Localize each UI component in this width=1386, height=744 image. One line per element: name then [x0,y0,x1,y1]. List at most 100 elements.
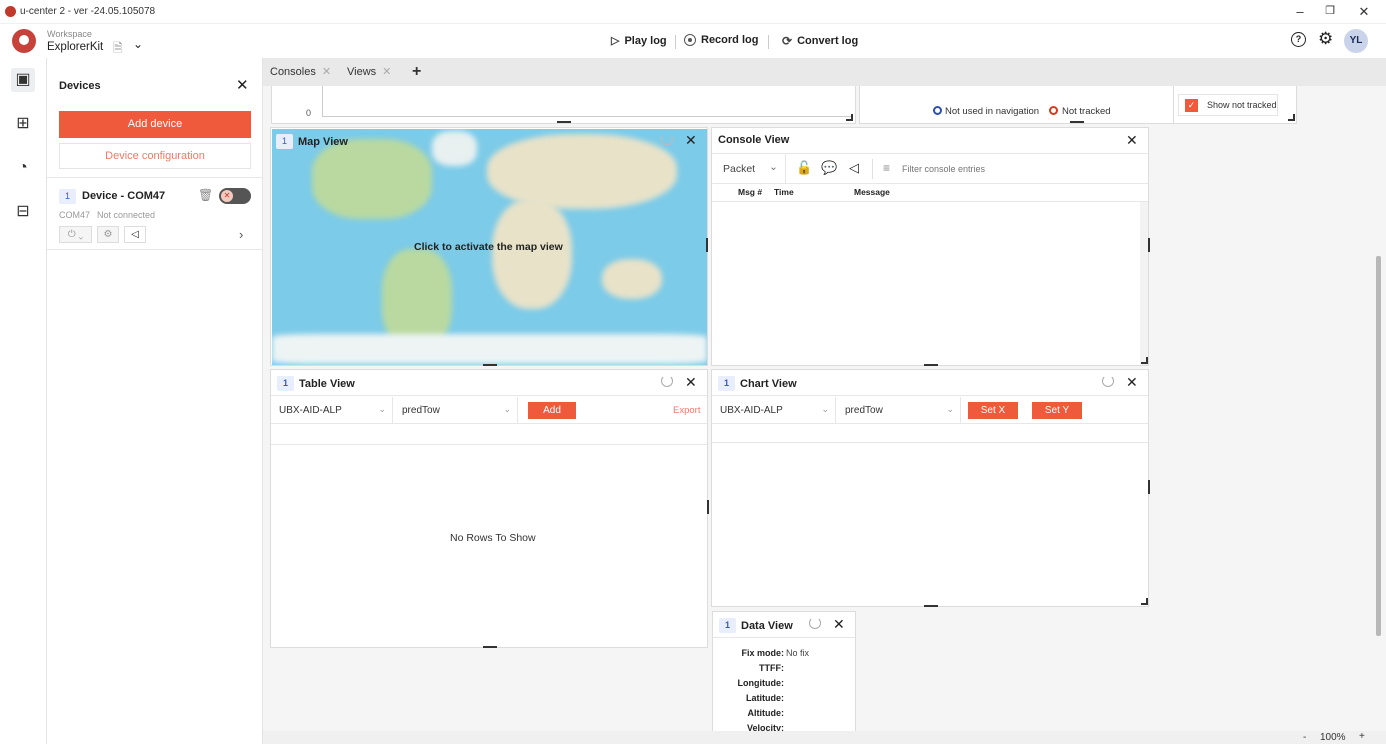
activate-map-overlay-text[interactable]: Click to activate the map view [414,241,563,253]
close-map-view-icon[interactable]: ✕ [685,132,697,149]
resize-grip[interactable] [557,121,571,123]
devices-chip-icon[interactable]: ▣ [11,68,35,92]
field-select[interactable]: predTow ⌄ [837,397,961,423]
console-filter-input[interactable] [902,160,1102,178]
device-name: Device - COM47 [82,190,166,202]
message-select[interactable]: UBX-AID-ALP ⌄ [271,397,393,423]
resize-grip[interactable] [483,364,497,366]
data-view-title: Data View [741,619,793,632]
minimize-button[interactable]: – [1290,4,1310,20]
close-window-button[interactable]: ✕ [1354,4,1374,20]
close-table-view-icon[interactable]: ✕ [685,374,697,391]
resize-grip[interactable] [483,646,497,648]
delete-trash-icon[interactable]: 🗑 [198,188,213,202]
column-header[interactable]: Msg # [738,187,762,197]
refresh-spinner-icon[interactable] [1102,375,1114,387]
message-bubble-icon[interactable]: 💬 [821,160,837,176]
toolbox-icon[interactable]: ⊟ [11,200,35,224]
refresh-spinner-icon[interactable] [661,375,673,387]
convert-log-button[interactable]: ⟳ Convert log [782,34,858,48]
lock-icon[interactable]: 🔓 [796,160,812,176]
power-dropdown-button[interactable]: ⏻ ⌄ [59,226,92,243]
gauge-icon[interactable]: ◔ [11,156,35,180]
divider [872,159,873,179]
refresh-spinner-icon[interactable] [809,617,821,629]
device-index-badge: 1 [59,189,76,204]
console-view-panel: Console View ✕ Packet ⌄ 🔓 💬 ◁ ≡ Msg # Ti… [711,127,1150,366]
add-view-grid-icon[interactable]: ⊞ [11,112,35,136]
table-view-header: 1 Table View ✕ [271,370,707,396]
export-link[interactable]: Export [673,405,700,416]
show-not-tracked-toggle[interactable]: ✓ Show not tracked [1178,94,1278,116]
send-icon[interactable]: ◁ [849,160,859,176]
message-select-value: UBX-AID-ALP [720,405,783,416]
device-configuration-button[interactable]: Device configuration [59,143,251,169]
play-icon: ▷ [611,35,620,47]
restore-button[interactable]: ❐ [1320,4,1340,20]
column-header[interactable]: Time [774,187,794,197]
tab-consoles[interactable]: Consoles ✕ [270,58,331,86]
workspace-scrollbar[interactable] [1376,256,1381,636]
device-expand-chevron-icon[interactable]: › [239,227,243,242]
zoom-out-button[interactable]: - [1303,732,1306,743]
map-view-header: 1 Map View [276,134,348,149]
close-console-view-icon[interactable]: ✕ [1126,132,1138,149]
chip-settings-icon[interactable]: ⚙ [97,226,119,243]
resize-corner[interactable] [1141,598,1148,605]
add-field-button[interactable]: Add [528,402,576,419]
zoom-in-button[interactable]: + [1359,731,1365,742]
packet-filter-select[interactable]: Packet ⌄ [712,154,786,183]
map-view-panel: 1 Map View ✕ Click to activate the map v… [270,127,708,366]
resize-grip[interactable] [1148,238,1150,252]
divider [1173,86,1174,123]
set-x-button[interactable]: Set X [968,402,1018,419]
console-table-header: Msg # Time Message [712,184,1148,202]
workspace-label: Workspace [47,29,92,39]
sky-chart-panel-fragment: 0 [271,86,856,124]
close-devices-icon[interactable]: ✕ [236,76,249,94]
resize-grip[interactable] [1070,121,1084,123]
header-divider [675,35,676,49]
resize-corner[interactable] [1141,357,1148,364]
chart-toolbar: UBX-AID-ALP ⌄ predTow ⌄ Set X Set Y [712,397,1148,424]
resize-grip[interactable] [1148,480,1150,494]
record-log-button[interactable]: Record log [684,34,758,46]
resize-grip[interactable] [706,238,708,252]
add-tab-plus-icon[interactable]: + [412,58,421,86]
workspace-dropdown-chevron-icon[interactable]: ⌄ [133,37,143,51]
resize-corner[interactable] [846,114,853,121]
close-data-view-icon[interactable]: ✕ [833,616,845,633]
resize-grip[interactable] [924,605,938,607]
close-tab-icon[interactable]: ✕ [322,66,331,78]
field-select[interactable]: predTow ⌄ [394,397,518,423]
workspace-name[interactable]: ExplorerKit [47,41,103,53]
console-toolbar: Packet ⌄ 🔓 💬 ◁ ≡ [712,154,1148,184]
devices-panel: Devices ✕ Add device Device configuratio… [47,58,263,744]
title-bar: u-center 2 - ver -24.05.105078 – ❐ ✕ [0,0,1386,24]
message-select[interactable]: UBX-AID-ALP ⌄ [712,397,836,423]
resize-corner[interactable] [1288,114,1295,121]
play-log-button[interactable]: ▷ Play log [611,34,667,48]
workspace-file-icon[interactable]: 🗎 [113,39,123,60]
column-header[interactable]: Message [854,187,890,197]
close-chart-view-icon[interactable]: ✕ [1126,374,1138,391]
set-y-button[interactable]: Set Y [1032,402,1082,419]
checkbox-checked-icon[interactable]: ✓ [1185,99,1198,112]
send-icon[interactable]: ◁ [124,226,146,243]
tab-views[interactable]: Views ✕ [347,58,391,86]
data-label: TTFF: [759,663,784,673]
close-tab-icon[interactable]: ✕ [382,66,391,78]
chevron-down-icon: ⌄ [503,404,511,414]
console-scrollbar[interactable] [1140,202,1148,365]
connection-toggle[interactable] [219,188,251,204]
devices-title: Devices [59,80,101,92]
resize-grip[interactable] [707,500,709,514]
add-device-button[interactable]: Add device [59,111,251,138]
chart-view-title: Chart View [740,377,797,390]
user-avatar[interactable]: YL [1344,29,1368,53]
help-icon[interactable]: ? [1291,32,1306,47]
refresh-spinner-icon[interactable] [661,133,673,145]
settings-gear-icon[interactable]: ⚙ [1318,29,1333,49]
resize-grip[interactable] [924,364,938,366]
chart-divider [712,442,1148,443]
